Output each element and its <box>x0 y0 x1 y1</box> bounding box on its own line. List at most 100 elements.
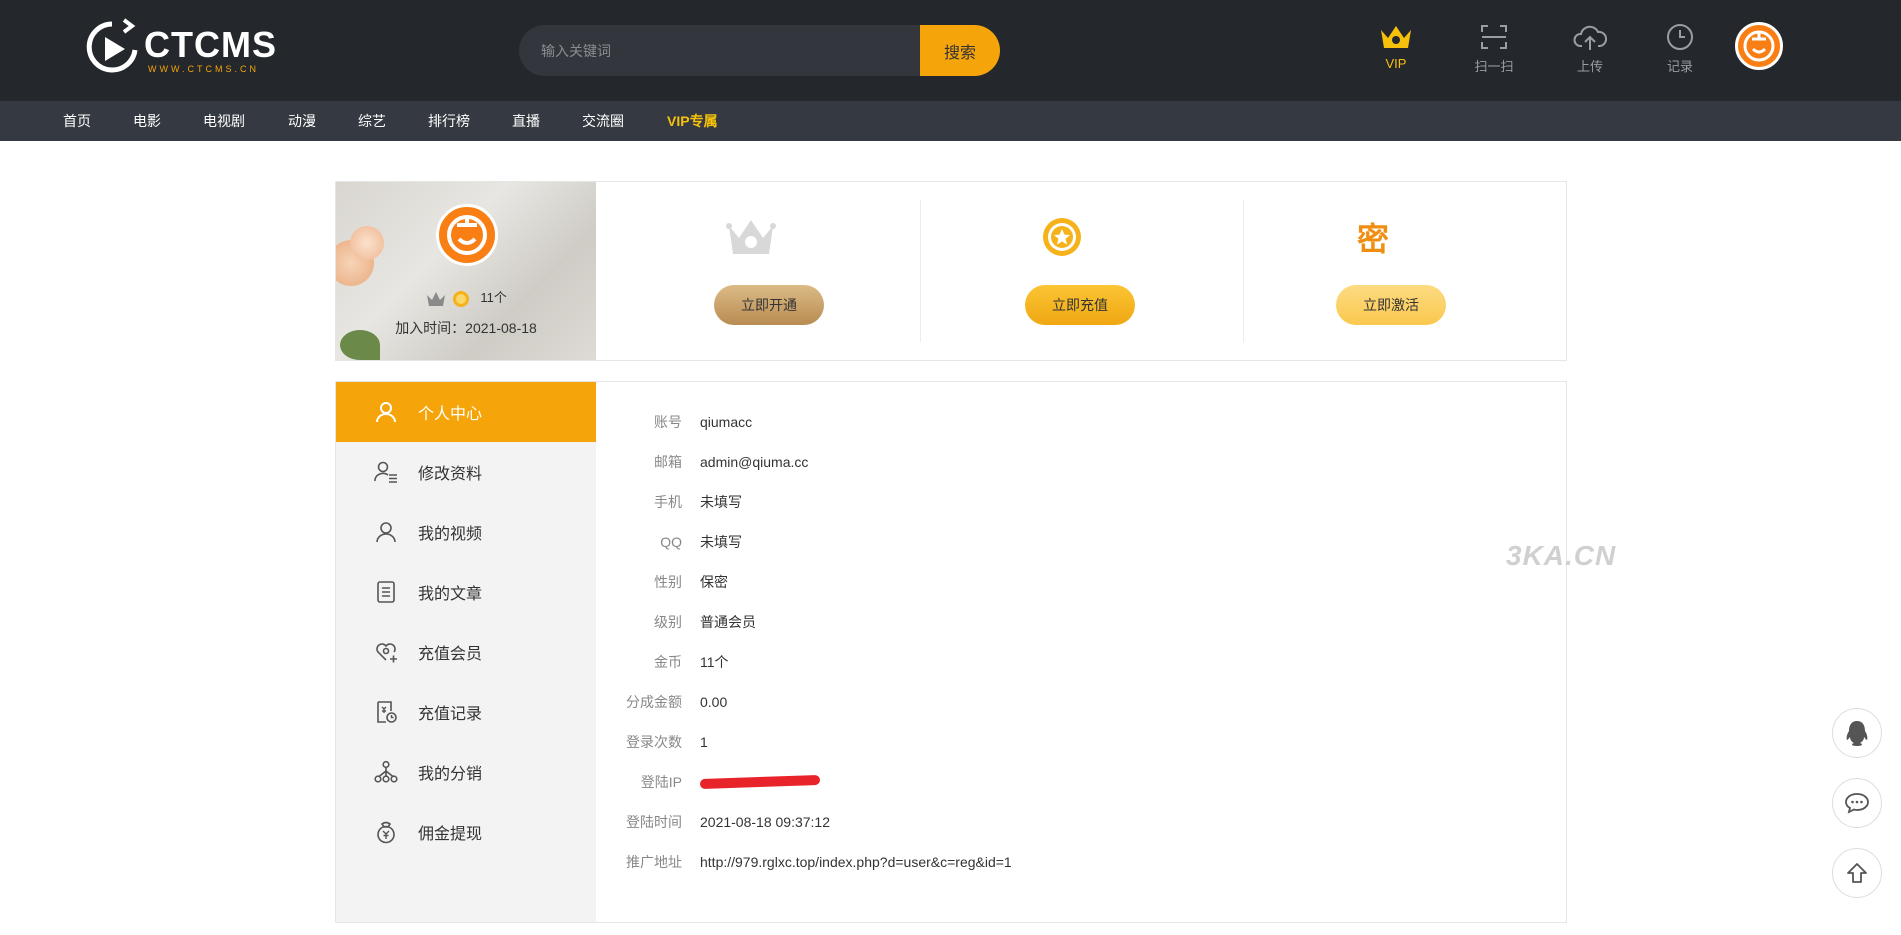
network-icon <box>374 760 398 783</box>
user-avatar[interactable] <box>1735 22 1783 70</box>
avatar-mascot-icon <box>447 215 487 255</box>
info-label: QQ <box>660 534 682 550</box>
nav-tv[interactable]: 电视剧 <box>203 101 245 141</box>
info-row-level: 级别 普通会员 <box>596 602 756 642</box>
open-vip-button[interactable]: 立即开通 <box>714 285 824 325</box>
history-label: 记录 <box>1666 59 1693 74</box>
watermark: 3KA.CN <box>1506 540 1617 571</box>
account-info: 账号 qiumacc 邮箱 admin@qiuma.cc 手机 未填写 QQ 未… <box>596 382 1566 922</box>
qq-contact-button[interactable] <box>1832 708 1882 758</box>
nav-home[interactable]: 首页 <box>63 101 91 141</box>
profile-avatar[interactable] <box>436 204 498 266</box>
upload-label: 上传 <box>1576 59 1603 74</box>
redacted-ip <box>699 774 821 790</box>
sidebar-item-my-videos[interactable]: 我的视频 <box>336 502 596 562</box>
sidebar-item-personal-center[interactable]: 个人中心 <box>336 382 596 442</box>
info-value: qiumacc <box>700 414 753 430</box>
flower-decoration <box>350 226 384 260</box>
info-label: 登录次数 <box>626 734 682 750</box>
info-row-login-ip: 登陆IP <box>596 762 821 802</box>
heart-plus-icon <box>376 643 397 663</box>
coin-count: 11个 <box>480 290 507 305</box>
grey-crown-icon <box>427 291 446 306</box>
avatar-mascot-icon <box>1743 30 1775 62</box>
back-to-top-button[interactable] <box>1832 848 1882 898</box>
info-row-commission-amount: 分成金额 0.00 <box>596 682 727 722</box>
main-nav: 首页 电影 电视剧 动漫 综艺 排行榜 直播 交流圈 VIP专属 <box>0 101 1901 141</box>
nav-movies[interactable]: 电影 <box>133 101 161 141</box>
sidebar-item-label: 佣金提现 <box>418 826 483 843</box>
nav-live[interactable]: 直播 <box>512 101 540 141</box>
chat-button[interactable] <box>1832 778 1882 828</box>
info-row-phone: 手机 未填写 <box>596 482 742 522</box>
search-button[interactable]: 搜索 <box>920 25 1000 76</box>
info-label: 级别 <box>654 614 682 630</box>
site-logo[interactable]: CTCMS WWW.CTCMS.CN <box>84 18 277 80</box>
info-label: 登陆IP <box>640 774 682 790</box>
info-label: 手机 <box>654 494 682 510</box>
nav-vip-exclusive[interactable]: VIP专属 <box>667 101 718 141</box>
nav-anime[interactable]: 动漫 <box>288 101 316 141</box>
sidebar-item-commission-withdraw[interactable]: 佣金提现 <box>336 802 596 862</box>
sidebar-item-my-articles[interactable]: 我的文章 <box>336 562 596 622</box>
sidebar-item-label: 我的文章 <box>418 586 483 603</box>
arrow-up-icon <box>1847 863 1867 883</box>
yen-bag-icon <box>377 821 395 844</box>
info-label: 登陆时间 <box>626 814 682 830</box>
sidebar: 个人中心 修改资料 我的视频 我的文章 充值会员 充值记录 我的分销 佣金提现 <box>336 382 596 922</box>
info-value: 1 <box>700 734 708 750</box>
activate-button[interactable]: 立即激活 <box>1336 285 1446 325</box>
logo-text: CTCMS <box>144 24 277 65</box>
user-icon <box>376 522 396 543</box>
chat-bubble-icon <box>1845 793 1869 814</box>
top-bar: CTCMS WWW.CTCMS.CN 搜索 VIP 扫一扫 上传 记录 <box>0 0 1901 101</box>
sidebar-item-label: 修改资料 <box>418 466 483 483</box>
info-row-coins: 金币 11个 <box>596 642 729 682</box>
history-button[interactable]: 记录 <box>1650 20 1710 80</box>
profile-stats: 11个 <box>336 287 596 309</box>
search-input[interactable] <box>519 25 919 76</box>
scan-label: 扫一扫 <box>1474 59 1514 74</box>
info-value: 11个 <box>700 654 729 670</box>
info-row-account: 账号 qiumacc <box>596 402 752 442</box>
info-row-referral-url: 推广地址 http://979.rglxc.top/index.php?d=us… <box>596 842 1012 882</box>
vip-button[interactable]: VIP <box>1366 20 1426 80</box>
info-value: 未填写 <box>700 494 742 510</box>
sidebar-item-label: 我的视频 <box>418 526 483 543</box>
sidebar-item-label: 我的分销 <box>418 766 483 783</box>
profile-card: 11个 加入时间：2021-08-18 立即开通 立即充值 密 立即激活 <box>335 181 1567 361</box>
gold-star-coin-icon <box>1043 218 1081 256</box>
user-center-panel: 个人中心 修改资料 我的视频 我的文章 充值会员 充值记录 我的分销 佣金提现 … <box>335 381 1567 923</box>
info-row-email: 邮箱 admin@qiuma.cc <box>596 442 808 482</box>
sidebar-item-label: 个人中心 <box>418 406 483 423</box>
nav-ranking[interactable]: 排行榜 <box>428 101 470 141</box>
upload-button[interactable]: 上传 <box>1560 20 1620 80</box>
logo-play-icon <box>86 18 138 73</box>
promo-vip: 立即开通 <box>596 182 906 360</box>
sidebar-item-my-distribution[interactable]: 我的分销 <box>336 742 596 802</box>
document-icon <box>377 581 395 603</box>
info-value: 保密 <box>700 574 728 590</box>
nav-variety[interactable]: 综艺 <box>358 101 386 141</box>
info-label: 账号 <box>654 414 682 430</box>
nav-community[interactable]: 交流圈 <box>582 101 624 141</box>
sidebar-item-recharge-records[interactable]: 充值记录 <box>336 682 596 742</box>
vip-label: VIP <box>1385 56 1407 71</box>
receipt-icon <box>377 701 397 723</box>
referral-link[interactable]: http://979.rglxc.top/index.php?d=user&c=… <box>700 854 1012 870</box>
promo-activate: 密 立即激活 <box>1218 182 1528 360</box>
recharge-button[interactable]: 立即充值 <box>1025 285 1135 325</box>
sidebar-item-edit-profile[interactable]: 修改资料 <box>336 442 596 502</box>
info-value: 未填写 <box>700 534 742 550</box>
info-label: 推广地址 <box>626 854 682 870</box>
info-row-gender: 性别 保密 <box>596 562 728 602</box>
promo-recharge: 立即充值 <box>907 182 1217 360</box>
qq-penguin-icon <box>1846 721 1868 746</box>
info-value: 普通会员 <box>700 614 756 630</box>
info-row-qq: QQ 未填写 <box>596 522 742 562</box>
sidebar-item-label: 充值记录 <box>418 706 483 723</box>
crown-icon <box>1381 26 1411 48</box>
sidebar-item-recharge-membership[interactable]: 充值会员 <box>336 622 596 682</box>
scan-button[interactable]: 扫一扫 <box>1464 20 1524 80</box>
vip-crown-icon <box>726 220 776 254</box>
